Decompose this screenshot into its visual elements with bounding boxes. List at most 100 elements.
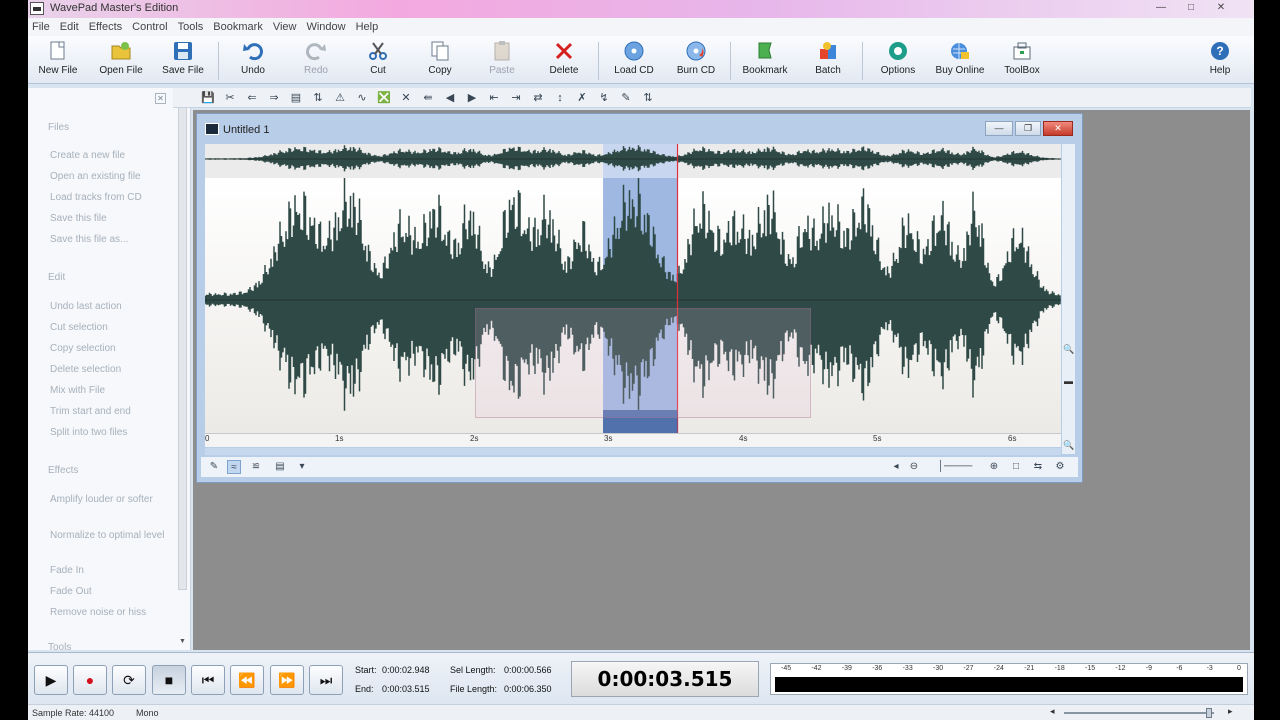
go-to-start-button[interactable]: ⏮ xyxy=(191,665,225,695)
doc-close-icon[interactable]: ✕ xyxy=(1043,121,1073,136)
edit-tool-icon[interactable]: ↯ xyxy=(597,91,611,105)
scrollbar-thumb[interactable] xyxy=(178,100,187,590)
horizontal-zoom-slider[interactable]: │──── xyxy=(925,460,985,474)
task-fade-out[interactable]: Fade Out xyxy=(50,585,170,598)
split-view-icon[interactable]: ▤ xyxy=(273,460,287,474)
horizontal-scrollbar[interactable] xyxy=(205,448,1061,455)
edit-tool-icon[interactable]: ⇄ xyxy=(531,91,545,105)
edit-tool-icon[interactable]: ⇥ xyxy=(509,91,523,105)
redo-button[interactable]: Redo xyxy=(286,40,346,82)
pane-close-icon[interactable]: ✕ xyxy=(155,93,166,104)
edit-tool-icon[interactable]: ✎ xyxy=(619,91,633,105)
task-delete-selection[interactable]: Delete selection xyxy=(50,363,170,376)
edit-tool-icon[interactable]: ⇚ xyxy=(421,91,435,105)
edit-tool-icon[interactable]: ✂ xyxy=(223,91,237,105)
task-pane-scrollbar[interactable]: ▼ xyxy=(177,96,189,648)
task-fade-in[interactable]: Fade In xyxy=(50,564,170,577)
menu-effects[interactable]: Effects xyxy=(89,21,122,33)
menu-tools[interactable]: Tools xyxy=(178,21,204,33)
menu-bookmark[interactable]: Bookmark xyxy=(213,21,263,33)
edit-tool-icon[interactable]: ✗ xyxy=(575,91,589,105)
zoom-to-selection-icon[interactable]: □ xyxy=(1009,460,1023,474)
undo-button[interactable]: Undo xyxy=(223,40,283,82)
waveform-view-icon[interactable]: ≈ xyxy=(227,460,241,474)
task-create-new-file[interactable]: Create a new file xyxy=(50,149,170,162)
edit-tool-icon[interactable]: ⚠ xyxy=(333,91,347,105)
edit-tool-icon[interactable]: ⇅ xyxy=(641,91,655,105)
wavepad-app-icon[interactable] xyxy=(30,2,44,15)
menu-edit[interactable]: Edit xyxy=(60,21,79,33)
edit-tool-icon[interactable]: ⇤ xyxy=(487,91,501,105)
zoom-settings-icon[interactable]: ⚙ xyxy=(1053,460,1067,474)
vertical-zoom-bar[interactable]: 🔍 ▬ 🔍 xyxy=(1062,144,1075,454)
go-to-end-button[interactable]: ⏭ xyxy=(309,665,343,695)
task-split-two-files[interactable]: Split into two files xyxy=(50,426,170,439)
task-undo-last-action[interactable]: Undo last action xyxy=(50,300,170,313)
volume-slider-track[interactable] xyxy=(1064,712,1214,714)
edit-tool-icon[interactable]: ▶ xyxy=(465,91,479,105)
menu-file[interactable]: File xyxy=(32,21,50,33)
doc-restore-icon[interactable]: ❐ xyxy=(1015,121,1041,136)
delete-button[interactable]: Delete xyxy=(534,40,594,82)
edit-tool-icon[interactable]: ❎ xyxy=(377,91,391,105)
close-icon[interactable]: ✕ xyxy=(1208,0,1234,16)
load-cd-button[interactable]: Load CD xyxy=(604,40,664,82)
edit-tool-icon[interactable]: 💾 xyxy=(201,91,215,105)
waveform-view[interactable] xyxy=(205,178,1061,433)
task-load-tracks-cd[interactable]: Load tracks from CD xyxy=(50,191,170,204)
task-cut-selection[interactable]: Cut selection xyxy=(50,321,170,334)
task-amplify[interactable]: Amplify louder or softer xyxy=(50,493,170,506)
burn-cd-button[interactable]: Burn CD xyxy=(666,40,726,82)
open-file-button[interactable]: Open File xyxy=(91,40,151,82)
zoom-out-vertical-icon[interactable]: 🔍 xyxy=(1063,440,1074,451)
edit-tool-icon[interactable]: ∿ xyxy=(355,91,369,105)
vertical-zoom-slider[interactable]: ▬ xyxy=(1063,376,1074,387)
menu-control[interactable]: Control xyxy=(132,21,167,33)
task-save-file-as[interactable]: Save this file as... xyxy=(50,233,170,246)
task-copy-selection[interactable]: Copy selection xyxy=(50,342,170,355)
draw-pencil-icon[interactable]: ✎ xyxy=(207,460,221,474)
buy-online-button[interactable]: Buy Online xyxy=(930,40,990,82)
spectrum-view-icon[interactable]: ≌ xyxy=(249,460,263,474)
edit-tool-icon[interactable]: ⇒ xyxy=(267,91,281,105)
bookmark-button[interactable]: Bookmark xyxy=(735,40,795,82)
edit-tool-icon[interactable]: ↕ xyxy=(553,91,567,105)
record-button[interactable]: ● xyxy=(73,665,107,695)
new-file-button[interactable]: New File xyxy=(28,40,88,82)
copy-button[interactable]: Copy xyxy=(410,40,470,82)
task-open-existing-file[interactable]: Open an existing file xyxy=(50,170,170,183)
loop-button[interactable]: ⟳ xyxy=(112,665,146,695)
doc-minimize-icon[interactable]: — xyxy=(985,121,1013,136)
task-save-file[interactable]: Save this file xyxy=(50,212,170,225)
edit-tool-icon[interactable]: ◀ xyxy=(443,91,457,105)
more-options-icon[interactable]: ▾ xyxy=(295,460,309,474)
task-mix-with-file[interactable]: Mix with File xyxy=(50,384,170,397)
task-normalize[interactable]: Normalize to optimal level xyxy=(50,529,170,542)
stop-button[interactable]: ■ xyxy=(152,665,186,695)
options-button[interactable]: Options xyxy=(868,40,928,82)
minimize-icon[interactable]: — xyxy=(1148,0,1174,16)
maximize-icon[interactable]: □ xyxy=(1178,0,1204,16)
volume-slider-knob[interactable] xyxy=(1206,708,1212,718)
play-button[interactable]: ▶ xyxy=(34,665,68,695)
save-file-button[interactable]: Save File xyxy=(153,40,213,82)
overview-waveform[interactable] xyxy=(205,144,1061,178)
zoom-full-icon[interactable]: ⇆ xyxy=(1031,460,1045,474)
menu-window[interactable]: Window xyxy=(306,21,345,33)
cut-button[interactable]: Cut xyxy=(348,40,408,82)
edit-tool-icon[interactable]: ⇅ xyxy=(311,91,325,105)
volume-left-icon[interactable]: ◂ xyxy=(1050,706,1055,717)
edit-tool-icon[interactable]: ▤ xyxy=(289,91,303,105)
scroll-down-arrow-icon[interactable]: ▼ xyxy=(178,638,187,648)
task-trim-start-end[interactable]: Trim start and end xyxy=(50,405,170,418)
scroll-left-icon[interactable]: ◂ xyxy=(889,460,903,474)
edit-tool-icon[interactable]: ✕ xyxy=(399,91,413,105)
rewind-button[interactable]: ⏪ xyxy=(230,665,264,695)
task-remove-noise[interactable]: Remove noise or hiss xyxy=(50,606,170,619)
help-button[interactable]: ? Help xyxy=(1190,40,1250,82)
zoom-in-vertical-icon[interactable]: 🔍 xyxy=(1063,344,1074,355)
zoom-in-icon[interactable]: ⊕ xyxy=(987,460,1001,474)
volume-right-icon[interactable]: ▸ xyxy=(1228,706,1233,717)
menu-help[interactable]: Help xyxy=(356,21,379,33)
zoom-out-icon[interactable]: ⊖ xyxy=(907,460,921,474)
